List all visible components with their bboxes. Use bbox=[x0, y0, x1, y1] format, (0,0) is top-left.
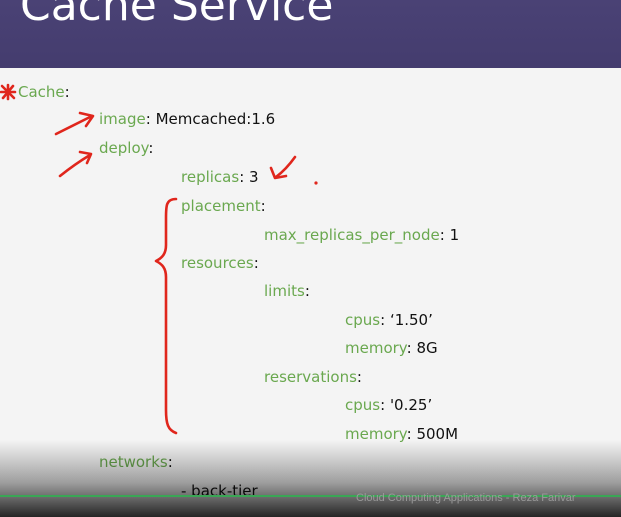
dot-mark-icon bbox=[314, 181, 318, 185]
title-bar: Cache Service bbox=[0, 0, 621, 68]
colon: : bbox=[380, 311, 386, 329]
yaml-key-max-replicas: max_replicas_per_node bbox=[264, 226, 440, 244]
arrow-to-image-icon bbox=[54, 111, 95, 136]
yaml-key-reservations-memory: memory bbox=[345, 425, 407, 443]
slide-title: Cache Service bbox=[20, 0, 334, 31]
yaml-value-replicas: 3 bbox=[249, 168, 259, 186]
annotation-layer bbox=[0, 83, 318, 435]
yaml-key-replicas: replicas bbox=[181, 168, 240, 186]
code-line-limits-cpus: cpus: ‘1.50’ bbox=[345, 311, 433, 329]
yaml-key-limits-memory: memory bbox=[345, 339, 407, 357]
yaml-value-limits-cpus: ‘1.50’ bbox=[389, 311, 433, 329]
slide: Cache Service Cache: image: Memcached:1.… bbox=[0, 0, 621, 517]
colon: : bbox=[260, 197, 266, 215]
colon: : bbox=[380, 396, 386, 414]
yaml-key-reservations: reservations bbox=[264, 368, 357, 386]
yaml-key-reservations-cpus: cpus bbox=[345, 396, 381, 414]
code-line-reservations-cpus: cpus: '0.25’ bbox=[345, 396, 432, 414]
arrow-to-deploy-icon bbox=[58, 150, 93, 178]
yaml-key-placement: placement bbox=[181, 197, 261, 215]
colon: : bbox=[304, 282, 310, 300]
code-line-max-replicas: max_replicas_per_node: 1 bbox=[264, 226, 459, 244]
code-line-placement: placement: bbox=[181, 197, 266, 215]
yaml-key-deploy: deploy bbox=[99, 139, 149, 157]
colon: : bbox=[356, 368, 362, 386]
yaml-key-cache: Cache bbox=[18, 83, 65, 101]
code-line-cache: Cache: bbox=[18, 83, 70, 101]
yaml-value-max-replicas: 1 bbox=[449, 226, 460, 244]
code-line-replicas: replicas: 3 bbox=[181, 168, 259, 186]
colon: : bbox=[406, 339, 412, 357]
colon: : bbox=[167, 453, 173, 471]
yaml-key-networks: networks bbox=[99, 453, 168, 471]
code-line-limits-memory: memory: 8G bbox=[345, 339, 438, 357]
arrow-to-replicas-icon bbox=[269, 155, 297, 180]
yaml-value-network-item: - back-tier bbox=[181, 482, 258, 500]
asterisk-mark-icon bbox=[0, 83, 17, 101]
code-line-networks-item: - back-tier bbox=[181, 482, 258, 500]
code-line-limits: limits: bbox=[264, 282, 310, 300]
video-bottom-shade bbox=[0, 440, 621, 517]
slide-footer: Cloud Computing Applications - Reza Fari… bbox=[356, 492, 576, 504]
colon: : bbox=[406, 425, 412, 443]
code-line-deploy: deploy: bbox=[99, 139, 153, 157]
code-line-resources: resources: bbox=[181, 254, 259, 272]
code-line-networks: networks: bbox=[99, 453, 173, 471]
colon: : bbox=[439, 226, 445, 244]
yaml-key-resources: resources bbox=[181, 254, 254, 272]
colon: : bbox=[239, 168, 245, 186]
colon: : bbox=[145, 110, 151, 128]
colon: : bbox=[64, 83, 70, 101]
curly-brace-icon bbox=[154, 197, 178, 435]
yaml-value-limits-memory: 8G bbox=[416, 339, 438, 357]
code-line-reservations-memory: memory: 500M bbox=[345, 425, 458, 443]
code-line-image: image: Memcached:1.6 bbox=[99, 110, 275, 128]
yaml-value-image: Memcached:1.6 bbox=[155, 110, 276, 128]
yaml-value-reservations-cpus: '0.25’ bbox=[389, 396, 433, 414]
yaml-value-reservations-memory: 500M bbox=[416, 425, 459, 443]
colon: : bbox=[253, 254, 259, 272]
colon: : bbox=[148, 139, 154, 157]
yaml-key-limits-cpus: cpus bbox=[345, 311, 381, 329]
yaml-key-limits: limits bbox=[264, 282, 305, 300]
yaml-key-image: image bbox=[99, 110, 146, 128]
code-line-reservations: reservations: bbox=[264, 368, 362, 386]
